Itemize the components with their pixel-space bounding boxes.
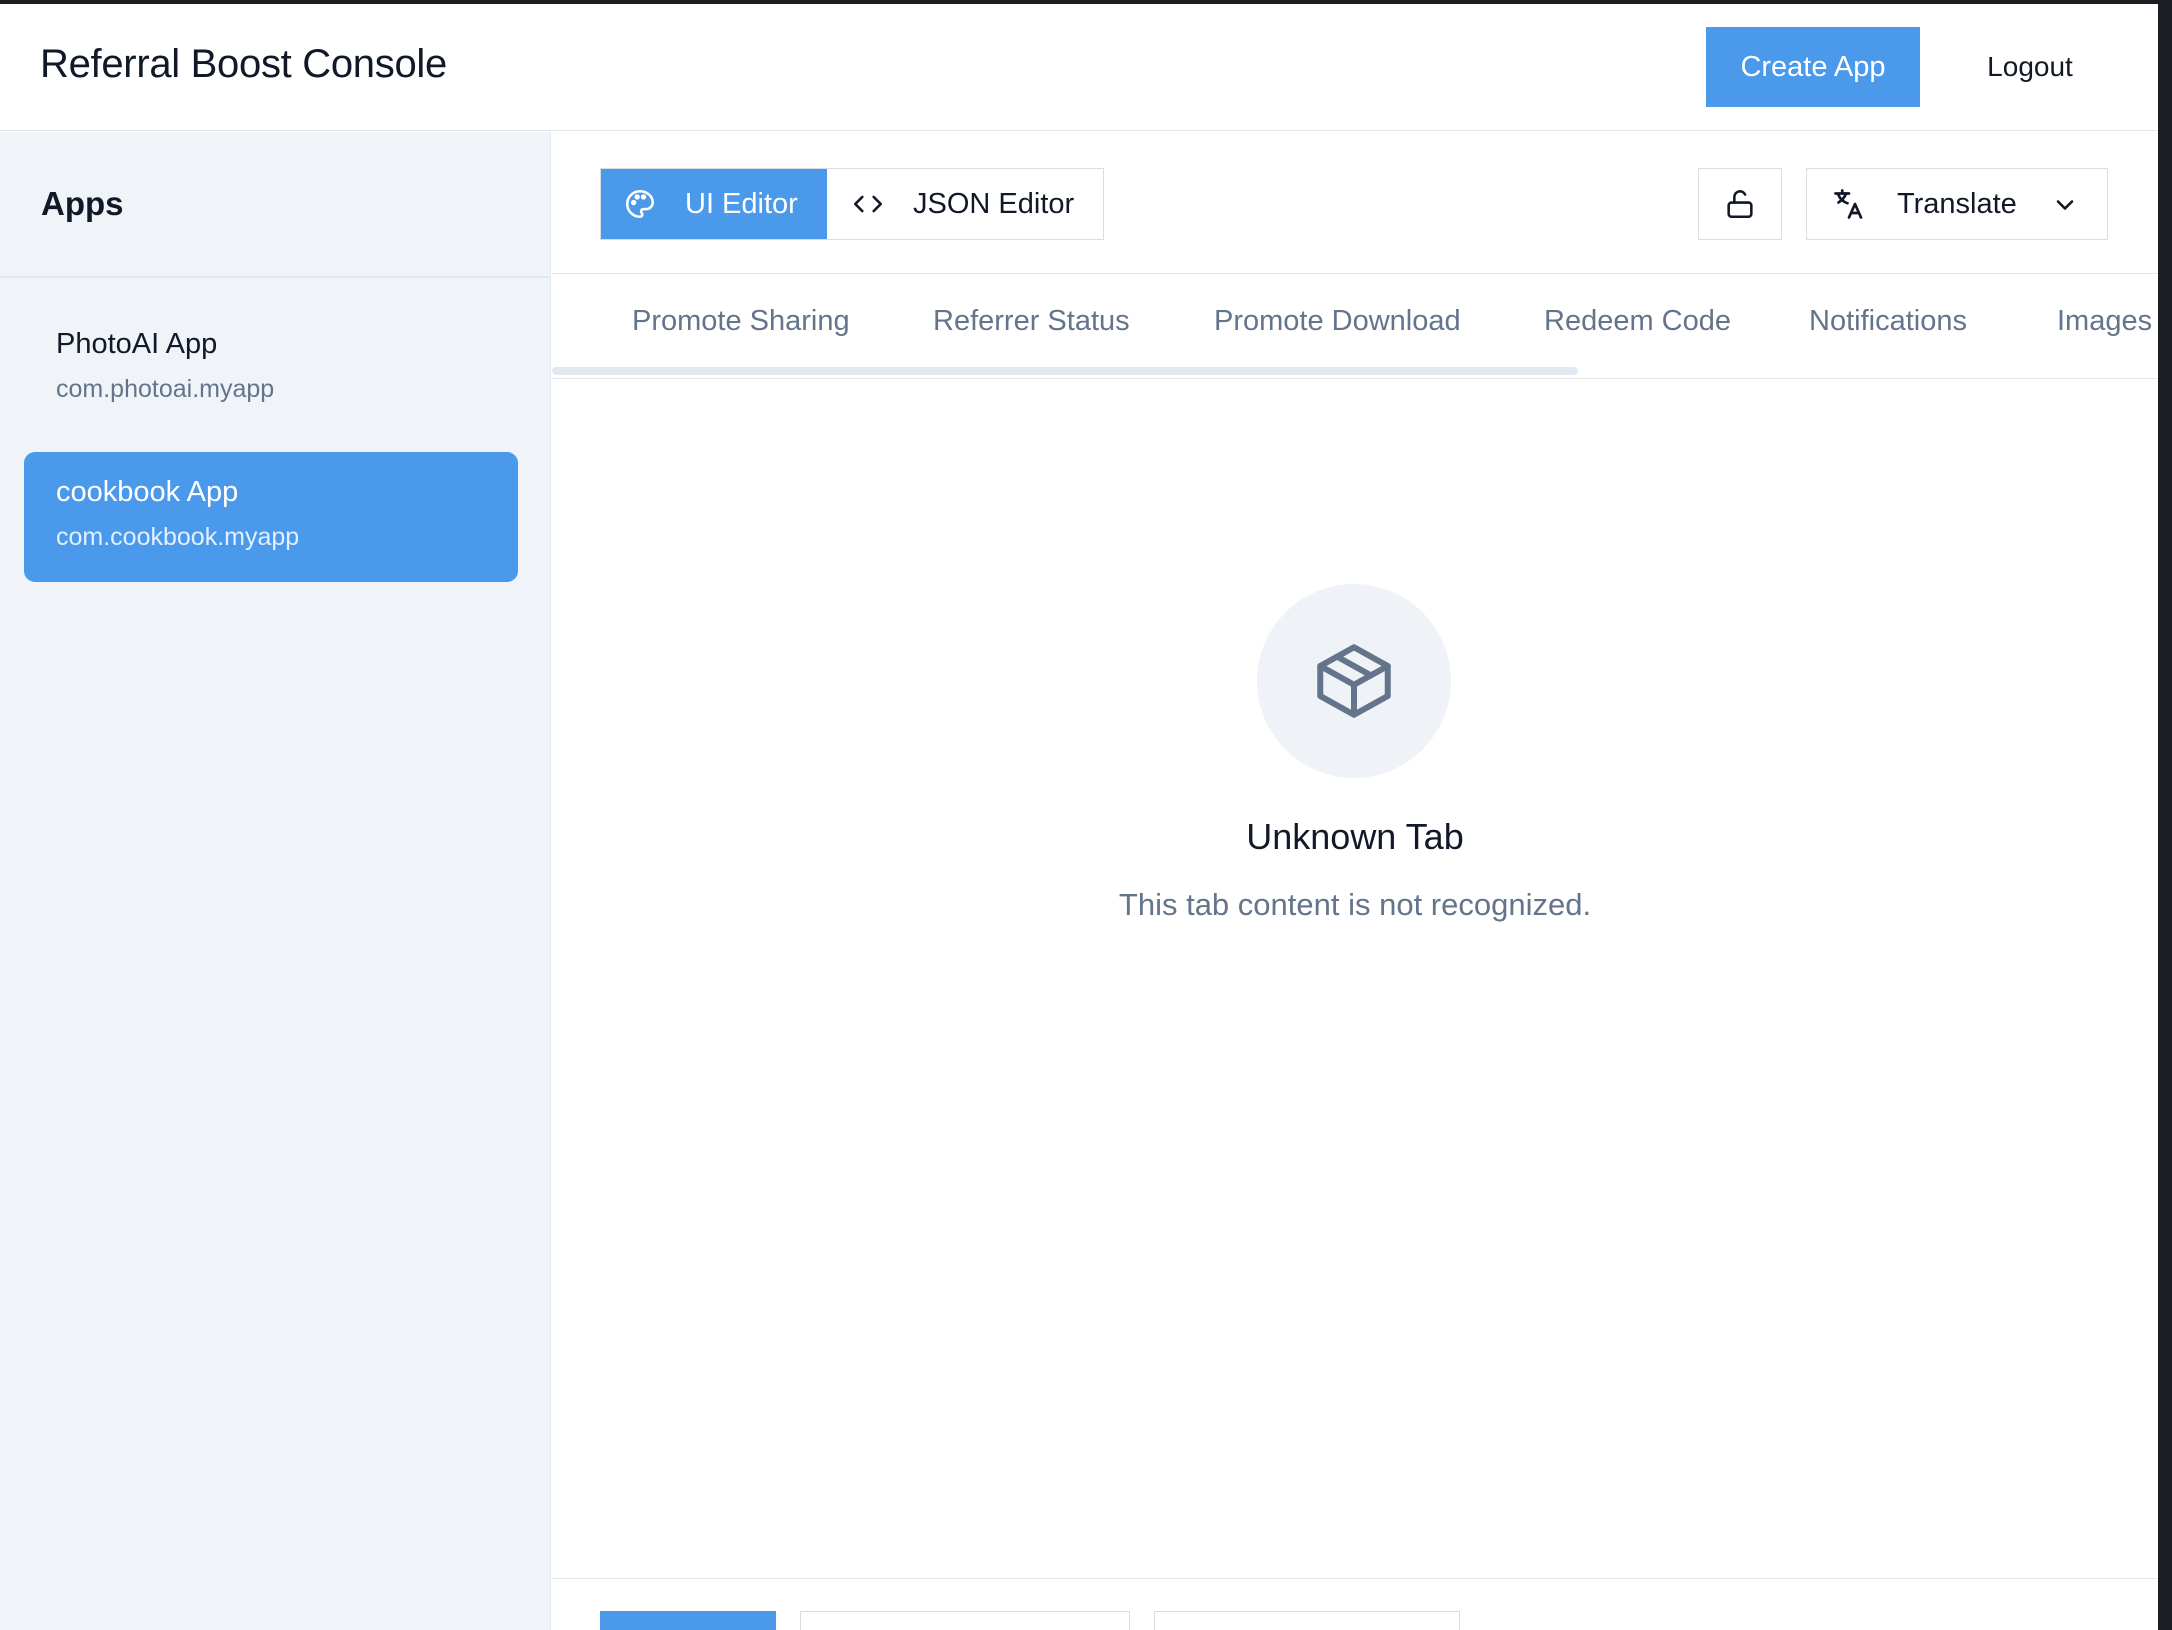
create-app-button[interactable]: Create App (1706, 27, 1920, 107)
secondary-action-button[interactable] (800, 1611, 1130, 1630)
tab-redeem-code[interactable]: Redeem Code (1544, 305, 1731, 338)
unlock-icon (1723, 187, 1757, 221)
translate-label: Translate (1897, 187, 2017, 220)
tab-notifications[interactable]: Notifications (1809, 305, 1967, 338)
empty-state-icon-circle (1257, 584, 1451, 778)
ui-editor-label: UI Editor (685, 187, 798, 220)
top-header: Referral Boost Console Create App Logout (0, 4, 2158, 131)
json-editor-button[interactable]: JSON Editor (827, 169, 1103, 239)
app-name: PhotoAI App (56, 328, 218, 360)
tab-bar: Promote Sharing Referrer Status Promote … (552, 275, 2158, 379)
app-name: cookbook App (56, 476, 239, 508)
app-window: Referral Boost Console Create App Logout… (0, 4, 2158, 1630)
bottom-action-bar (552, 1578, 2158, 1630)
empty-state-message: This tab content is not recognized. (1118, 887, 1592, 922)
primary-action-button[interactable] (600, 1611, 776, 1630)
tab-scrollbar[interactable] (552, 367, 1578, 375)
tab-referrer-status[interactable]: Referrer Status (933, 305, 1130, 338)
tab-promote-sharing[interactable]: Promote Sharing (632, 305, 850, 338)
code-icon (851, 187, 885, 221)
app-bundle-id: com.cookbook.myapp (56, 523, 300, 551)
empty-state-title: Unknown Tab (1246, 816, 1464, 857)
sidebar: Apps PhotoAI App com.photoai.myapp cookb… (0, 132, 551, 1630)
palette-icon (623, 187, 657, 221)
chevron-down-icon (2051, 191, 2079, 219)
package-icon (1309, 636, 1399, 726)
ui-editor-button[interactable]: UI Editor (601, 169, 827, 239)
translate-dropdown[interactable]: Translate (1806, 168, 2108, 240)
page-title: Referral Boost Console (40, 42, 447, 86)
tab-promote-download[interactable]: Promote Download (1214, 305, 1461, 338)
editor-toolbar: UI Editor JSON Editor Translate (552, 132, 2158, 274)
lock-toggle-button[interactable] (1698, 168, 1782, 240)
json-editor-label: JSON Editor (913, 187, 1075, 220)
translate-icon (1831, 186, 1867, 222)
logout-button[interactable]: Logout (1960, 27, 2100, 107)
app-list-item-cookbook[interactable]: cookbook App com.cookbook.myapp (24, 452, 518, 582)
app-bundle-id: com.photoai.myapp (56, 375, 275, 403)
tab-images[interactable]: Images (2057, 305, 2152, 338)
editor-mode-toggle: UI Editor JSON Editor (600, 168, 1104, 240)
sidebar-heading: Apps (0, 132, 550, 278)
app-list-item-photoai[interactable]: PhotoAI App com.photoai.myapp (24, 304, 518, 434)
tertiary-action-button[interactable] (1154, 1611, 1460, 1630)
